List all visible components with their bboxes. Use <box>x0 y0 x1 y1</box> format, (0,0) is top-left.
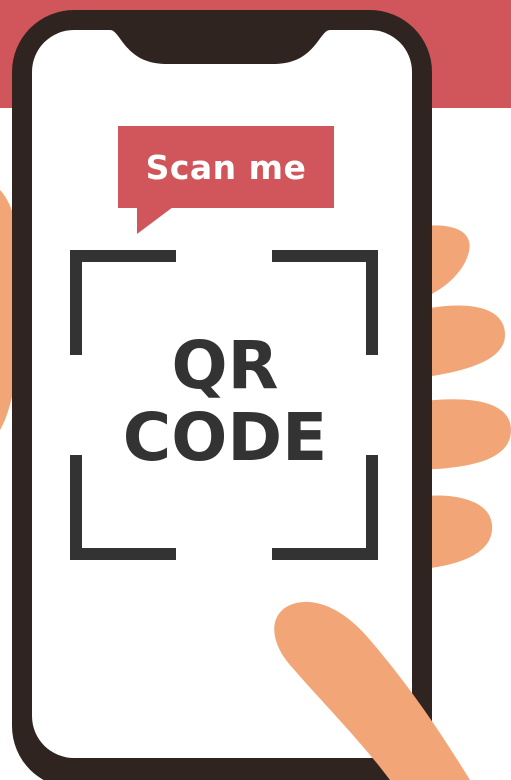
scan-me-bubble: Scan me <box>118 126 334 208</box>
qr-code-label: QR CODE <box>70 330 380 474</box>
bubble-tail <box>137 207 173 234</box>
qr-illustration: Scan me QR CODE <box>0 0 511 780</box>
qr-label-line-1: QR <box>171 327 279 404</box>
phone-notch <box>110 30 330 64</box>
scan-me-label: Scan me <box>145 147 307 187</box>
qr-label-line-2: CODE <box>122 399 328 476</box>
